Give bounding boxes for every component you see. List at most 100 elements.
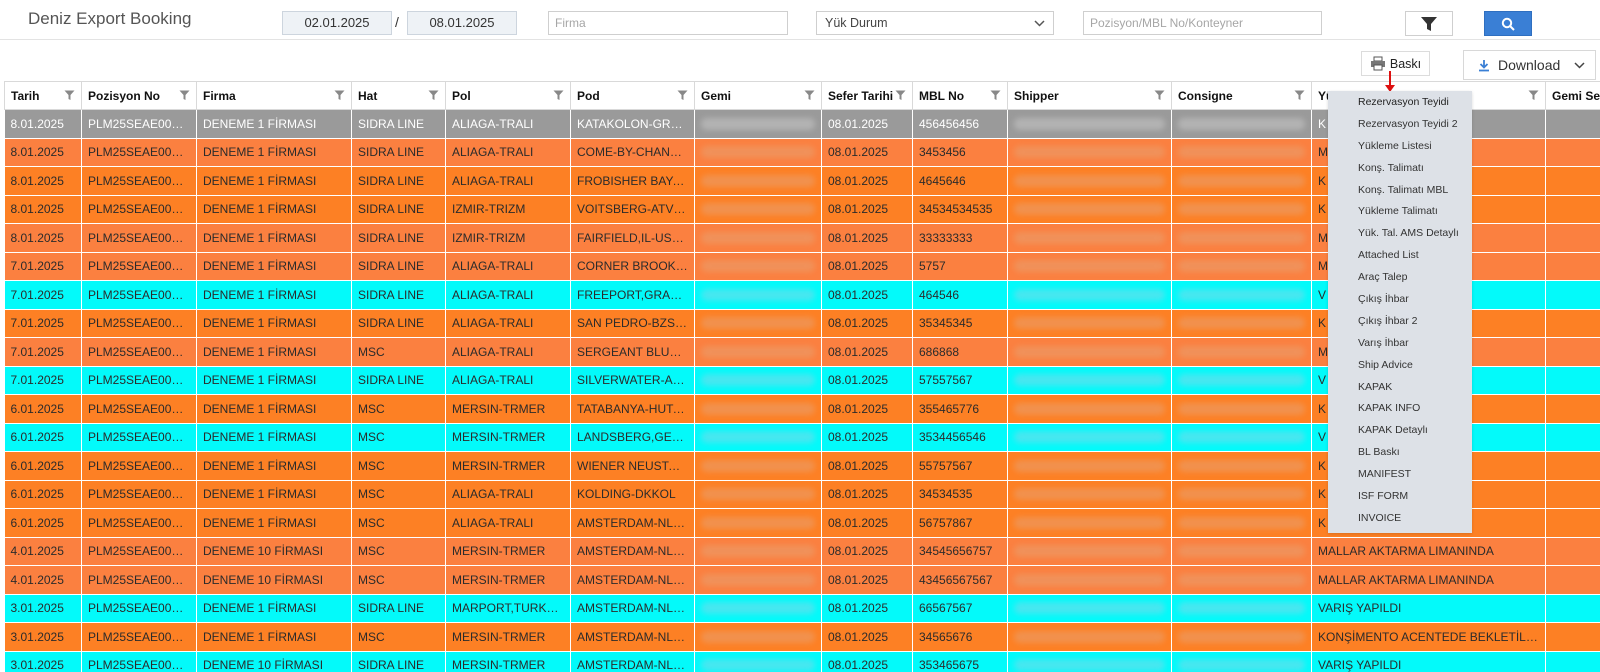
table-row[interactable]: 4.01.2025 PLM25SEAE00032 DENEME 10 FİRMASI…	[4, 565, 1600, 595]
print-menu-item[interactable]: MANIFEST	[1328, 464, 1472, 486]
table-cell: PLM25SEAE00074	[81, 280, 197, 310]
table-cell: 3.01.2025	[4, 651, 82, 672]
table-cell	[694, 480, 822, 509]
table-row[interactable]: 3.01.2025 PLM25SEAE00029 DENEME 10 FİRMASI…	[4, 651, 1600, 672]
print-menu-item[interactable]: Çıkış İhbar 2	[1328, 311, 1472, 333]
redacted-value	[701, 402, 815, 415]
column-header[interactable]: Pol	[445, 81, 571, 110]
redacted-value	[1014, 146, 1165, 159]
table-cell	[1171, 337, 1312, 367]
table-cell	[1007, 594, 1172, 623]
column-header-label: Pol	[452, 88, 471, 103]
print-menu-item[interactable]: Rezervasyon Teyidi	[1328, 92, 1472, 114]
table-cell: DENEME 1 FİRMASI	[196, 138, 352, 167]
redacted-value	[1178, 117, 1305, 130]
table-cell	[1007, 309, 1172, 338]
redacted-value	[1178, 431, 1305, 444]
table-row[interactable]: 3.01.2025 PLM25SEAE00031 DENEME 1 FİRMASI S…	[4, 594, 1600, 623]
print-menu-item[interactable]: Ship Advice	[1328, 355, 1472, 377]
print-menu-item[interactable]: Konş. Talimatı	[1328, 158, 1472, 180]
print-menu-item[interactable]: Attached List	[1328, 245, 1472, 267]
table-cell: PLM25SEAE00042	[81, 480, 197, 509]
app-window: Deniz Export Booking 02.01.2025 / 08.01.…	[0, 0, 1600, 672]
column-filter-icon[interactable]	[1154, 90, 1165, 104]
print-menu-item[interactable]: Çıkış İhbar	[1328, 289, 1472, 311]
redacted-value	[1014, 260, 1165, 273]
column-filter-icon[interactable]	[553, 90, 564, 104]
column-filter-icon[interactable]	[334, 90, 345, 104]
table-cell: PLM25SEAE00075	[81, 252, 197, 281]
table-cell: MERSIN-TRMER	[445, 537, 571, 566]
print-menu-item[interactable]: Yük. Tal. AMS Detaylı	[1328, 223, 1472, 245]
print-menu-item[interactable]: KAPAK Detaylı	[1328, 420, 1472, 442]
download-button[interactable]: Download	[1463, 50, 1596, 80]
column-filter-icon[interactable]	[804, 90, 815, 104]
column-filter-icon[interactable]	[895, 90, 906, 104]
column-filter-icon[interactable]	[990, 90, 1001, 104]
table-cell: 08.01.2025	[821, 223, 913, 253]
print-menu-item[interactable]: Yükleme Talimatı	[1328, 201, 1472, 223]
table-cell	[1171, 394, 1312, 424]
column-header[interactable]: MBL No	[912, 81, 1008, 110]
column-header[interactable]: Gemi Se	[1545, 81, 1600, 110]
print-menu-item[interactable]: Yükleme Listesi	[1328, 136, 1472, 158]
date-to-input[interactable]: 08.01.2025	[407, 11, 517, 35]
table-cell	[1171, 480, 1312, 509]
redacted-value	[701, 431, 815, 444]
filter-button[interactable]	[1405, 11, 1453, 36]
column-header[interactable]: Pozisyon No	[81, 81, 197, 110]
column-filter-icon[interactable]	[179, 90, 190, 104]
print-button[interactable]: Baskı	[1361, 51, 1430, 76]
column-filter-icon[interactable]	[1294, 90, 1305, 104]
column-header-label: Tarih	[11, 88, 40, 103]
yuk-durum-select[interactable]: Yük Durum	[816, 11, 1054, 35]
print-menu-item[interactable]: Araç Talep	[1328, 267, 1472, 289]
table-cell: SAN PEDRO-BZSPR	[570, 309, 695, 338]
column-header[interactable]: Tarih	[4, 81, 82, 110]
column-header[interactable]: Gemi	[694, 81, 822, 110]
print-menu-item[interactable]: BL Baskı	[1328, 442, 1472, 464]
print-menu-item[interactable]: INVOICE	[1328, 508, 1472, 530]
print-menu-item[interactable]: Rezervasyon Teyidi 2	[1328, 114, 1472, 136]
column-header[interactable]: Consigne	[1171, 81, 1312, 110]
column-header[interactable]: Firma	[196, 81, 352, 110]
column-header[interactable]: Hat	[351, 81, 446, 110]
print-dropdown-menu: Rezervasyon Teyidi Rezervasyon Teyidi 2 Yü…	[1328, 91, 1472, 533]
table-cell	[1007, 337, 1172, 367]
table-cell: KONŞİMENTO ACENTEDE BEKLETİLİYOR	[1311, 622, 1546, 652]
print-menu-item[interactable]: ISF FORM	[1328, 486, 1472, 508]
redacted-value	[701, 488, 815, 501]
print-menu-item[interactable]: KAPAK INFO	[1328, 398, 1472, 420]
column-filter-icon[interactable]	[677, 90, 688, 104]
column-filter-icon[interactable]	[64, 90, 75, 104]
search-button[interactable]	[1484, 11, 1532, 36]
table-row[interactable]: 3.01.2025 PLM25SEAE00030 DENEME 1 FİRMASI M…	[4, 622, 1600, 652]
redacted-value	[1014, 288, 1165, 301]
table-cell: AMSTERDAM-NLA...	[570, 651, 695, 672]
firma-input[interactable]	[548, 11, 788, 35]
table-cell: PLM25SEAE00052	[81, 451, 197, 481]
column-filter-icon[interactable]	[1528, 90, 1539, 104]
table-cell: MSC	[351, 565, 446, 595]
date-from-input[interactable]: 02.01.2025	[282, 11, 392, 35]
table-cell: DENEME 1 FİRMASI	[196, 451, 352, 481]
print-menu-item[interactable]: KAPAK	[1328, 377, 1472, 399]
table-cell: 4645646	[912, 166, 1008, 196]
table-cell: MSC	[351, 480, 446, 509]
table-cell	[694, 366, 822, 395]
column-filter-icon[interactable]	[428, 90, 439, 104]
table-cell: COME-BY-CHANCE-...	[570, 138, 695, 167]
redacted-value	[1014, 630, 1165, 643]
table-cell: ALIAGA-TRALI	[445, 109, 571, 139]
table-row[interactable]: 4.01.2025 PLM25SEAE00033 DENEME 10 FİRMASI…	[4, 537, 1600, 566]
redacted-value	[1178, 345, 1305, 358]
print-menu-item[interactable]: Konş. Talimatı MBL	[1328, 180, 1472, 202]
table-cell: LANDSBERG,GERM...	[570, 423, 695, 452]
column-header[interactable]: Pod	[570, 81, 695, 110]
redacted-value	[701, 260, 815, 273]
column-header[interactable]: Shipper	[1007, 81, 1172, 110]
column-header[interactable]: Sefer Tarihi	[821, 81, 913, 110]
redacted-value	[701, 288, 815, 301]
search-input[interactable]	[1083, 11, 1322, 35]
print-menu-item[interactable]: Varış İhbar	[1328, 333, 1472, 355]
